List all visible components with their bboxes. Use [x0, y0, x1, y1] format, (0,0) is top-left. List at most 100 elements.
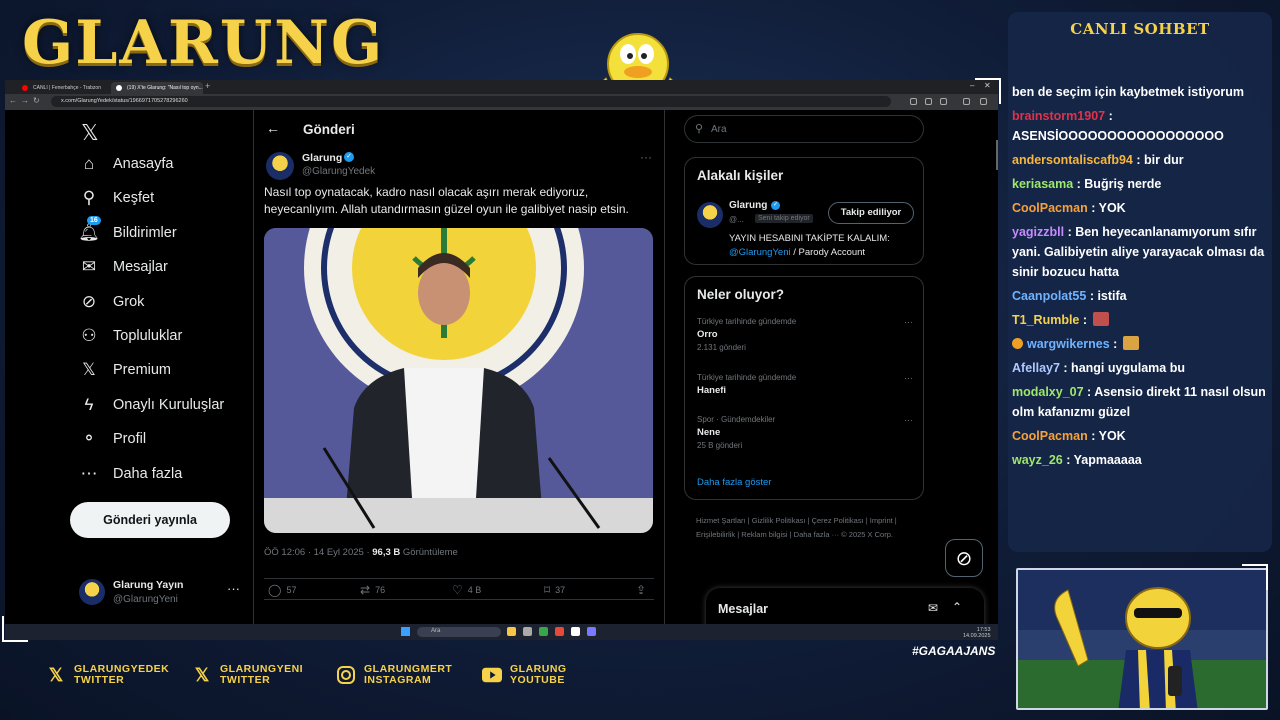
address-bar: ← → ↻ x.com/GlarungYedek/status/19669717…: [5, 94, 998, 110]
chat-username[interactable]: keriasama: [1012, 177, 1073, 191]
chat-message: modalxy_07 : Asensio direkt 11 nasıl ols…: [1010, 382, 1270, 422]
page-title: Gönderi: [303, 122, 355, 137]
new-message-icon[interactable]: ✉: [928, 601, 938, 615]
chat-username[interactable]: T1_Rumble: [1012, 313, 1079, 327]
windows-start-icon[interactable]: [401, 627, 410, 636]
browser-tab-active[interactable]: (19) X'te Glarung: "Nasıl top oyn...: [111, 82, 203, 94]
app-icon[interactable]: [571, 627, 580, 636]
chat-username[interactable]: yagizzbll: [1012, 225, 1064, 239]
nav-explore[interactable]: ⚲ Keşfet: [79, 188, 154, 208]
chat-username[interactable]: wargwikernes: [1027, 337, 1110, 351]
avatar: [79, 579, 105, 605]
menu-icon[interactable]: [980, 98, 987, 105]
nav-label: Daha fazla: [113, 465, 183, 482]
file-explorer-icon[interactable]: [507, 627, 516, 636]
grok-floating-button[interactable]: ⊘: [945, 539, 983, 577]
extension-icon[interactable]: [940, 98, 947, 105]
reload-icon[interactable]: ↻: [33, 96, 40, 105]
browser-tab[interactable]: CANLI | Fenerbahçe - Trabzon: [17, 82, 107, 94]
back-icon[interactable]: ←: [9, 96, 17, 105]
chat-text: :: [1109, 337, 1121, 351]
app-icon[interactable]: [555, 627, 564, 636]
show-more-link[interactable]: Daha fazla göster: [697, 477, 771, 488]
chat-text: : istifa: [1086, 289, 1127, 303]
repost-button[interactable]: ⇄ 76: [360, 583, 385, 597]
chat-username[interactable]: Caanpolat55: [1012, 289, 1086, 303]
scrollbar[interactable]: [996, 140, 998, 170]
trend-item[interactable]: Türkiye tarihinde gündemde Orro 2.131 gönd…: [697, 317, 917, 352]
chrome-icon[interactable]: [539, 627, 548, 636]
grok-icon: ⊘: [955, 547, 973, 570]
share-button[interactable]: ⇪: [636, 583, 646, 597]
app-icon[interactable]: [523, 627, 532, 636]
sub-badge-icon: [1012, 338, 1023, 349]
post-more-icon[interactable]: ···: [640, 150, 652, 164]
nav-verified-orgs[interactable]: ϟ Onaylı Kuruluşlar: [79, 395, 225, 415]
chat-username[interactable]: Afellay7: [1012, 361, 1060, 375]
card-title: Alakalı kişiler: [697, 168, 784, 183]
chat-username[interactable]: CoolPacman: [1012, 201, 1088, 215]
nav-label: Topluluklar: [113, 328, 183, 344]
taskbar-search[interactable]: Ara: [417, 627, 501, 637]
like-button[interactable]: ♡ 4 B: [452, 583, 481, 597]
nav-communities[interactable]: ⚇ Topluluklar: [79, 326, 182, 346]
footer-links[interactable]: Hizmet Şartları | Gizlilik Politikası | …: [696, 514, 918, 542]
chat-username[interactable]: andersontaliscafb94: [1012, 153, 1133, 167]
tab-bar: CANLI | Fenerbahçe - Trabzon (19) X'te G…: [5, 80, 998, 94]
bio-link[interactable]: @GlarungYeni: [729, 247, 791, 258]
social-link-twitter-yedek[interactable]: 𝕏 GLARUNGYEDEK TWITTER: [46, 664, 169, 686]
x-logo-icon[interactable]: 𝕏: [81, 120, 99, 146]
minimize-button[interactable]: –: [970, 81, 974, 90]
nav-home[interactable]: ⌂ Anasayfa: [79, 154, 174, 174]
chat-username[interactable]: brainstorm1907: [1012, 109, 1105, 123]
close-window-button[interactable]: ✕: [984, 81, 991, 90]
nav-more[interactable]: ⋯ Daha fazla: [79, 464, 183, 484]
nav-premium[interactable]: 𝕏 Premium: [79, 360, 171, 380]
account-switcher[interactable]: Glarung Yayın @GlarungYeni ···: [79, 576, 249, 610]
social-link-youtube[interactable]: GLARUNG YOUTUBE: [482, 664, 567, 686]
social-link-twitter-yeni[interactable]: 𝕏 GLARUNGYENI TWITTER: [192, 664, 303, 686]
person-icon: ⚬: [81, 429, 97, 449]
forward-icon[interactable]: →: [21, 96, 29, 105]
author-avatar[interactable]: [266, 152, 294, 180]
relevant-name[interactable]: Glarung: [729, 200, 767, 211]
avatar[interactable]: [697, 202, 723, 228]
left-navigation: 𝕏 ⌂ Anasayfa ⚲ Keşfet 🔔︎ 16 Bildirimler ✉ Mesajl…: [69, 110, 254, 640]
post-image[interactable]: [264, 228, 653, 533]
following-button[interactable]: Takip ediliyor: [828, 202, 914, 224]
trend-more-icon[interactable]: ···: [904, 317, 913, 327]
extension-icon[interactable]: [925, 98, 932, 105]
nav-messages[interactable]: ✉ Mesajlar: [79, 257, 168, 277]
extension-icon[interactable]: [910, 98, 917, 105]
chat-username[interactable]: wayz_26: [1012, 453, 1063, 467]
trend-item[interactable]: Spor · Gündemdekiler Nene 25 B gönderi ···: [697, 415, 917, 450]
author-name[interactable]: Glarung: [302, 152, 342, 164]
new-tab-button[interactable]: +: [205, 81, 210, 91]
post-button[interactable]: Gönderi yayınla: [70, 502, 230, 538]
nav-notifications[interactable]: 🔔︎ 16 Bildirimler: [78, 215, 177, 243]
chat-text: :: [1079, 313, 1091, 327]
social-link-instagram[interactable]: GLARUNGMERT INSTAGRAM: [336, 664, 452, 686]
reply-button[interactable]: ◯ 57: [268, 583, 296, 597]
bookmark-button[interactable]: ⌑ 37: [544, 583, 565, 597]
app-icon[interactable]: [587, 627, 596, 636]
search-input[interactable]: ⚲ Ara: [684, 115, 924, 143]
nav-grok[interactable]: ⊘ Grok: [79, 292, 145, 312]
relevant-handle: @...: [729, 215, 744, 224]
relevant-people-card: Alakalı kişiler Glarung ✓ @... Seni taki…: [684, 157, 924, 265]
taskbar-clock[interactable]: 17:53 14.09.2025: [963, 627, 991, 639]
url-input[interactable]: x.com/GlarungYedek/status/19669717052782…: [51, 96, 891, 107]
chat-username[interactable]: CoolPacman: [1012, 429, 1088, 443]
chat-message: andersontaliscafb94 : bir dur: [1010, 150, 1270, 170]
trend-item[interactable]: Türkiye tarihinde gündemde Hanefi ···: [697, 373, 917, 396]
chat-username[interactable]: modalxy_07: [1012, 385, 1084, 399]
more-icon[interactable]: ···: [227, 581, 240, 596]
chat-message: wargwikernes :: [1010, 334, 1270, 354]
back-arrow-icon[interactable]: ←: [266, 120, 280, 136]
profile-icon[interactable]: [963, 98, 970, 105]
expand-icon[interactable]: ⌃: [952, 600, 962, 614]
nav-profile[interactable]: ⚬ Profil: [79, 429, 146, 449]
nav-label: Grok: [113, 293, 145, 310]
trend-more-icon[interactable]: ···: [904, 415, 913, 425]
trend-more-icon[interactable]: ···: [904, 373, 913, 383]
